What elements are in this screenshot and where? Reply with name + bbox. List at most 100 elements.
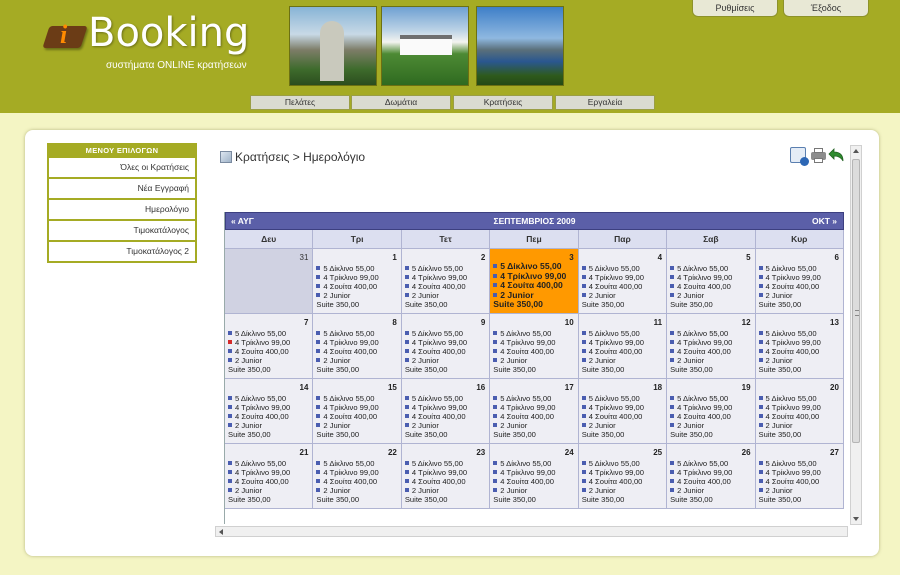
calendar-cell[interactable]: 21 5 Δίκλινο 55,00 4 Τρίκλινο 99,00 4 Σουίτ… [225,444,314,509]
day-number: 3 [569,253,574,262]
availability-line: 4 Τρίκλινο 99,00 [581,468,663,477]
availability-line: 4 Τρίκλινο 99,00 [404,338,486,347]
bullet-icon [493,331,498,335]
calendar-cell[interactable]: 9 5 Δίκλινο 55,00 4 Τρίκλινο 99,00 4 Σουίτα… [401,314,491,379]
availability-line: 2 Junior [670,486,751,495]
export-icon[interactable] [790,147,809,166]
calendar-cell[interactable]: 16 5 Δίκλινο 55,00 4 Τρίκλινο 99,00 4 Σουίτ… [401,379,491,444]
day-number: 27 [830,448,839,457]
horizontal-scrollbar[interactable] [215,526,848,537]
print-icon[interactable] [810,147,826,163]
calendar-cell[interactable]: 23 5 Δίκλινο 55,00 4 Τρίκλινο 99,00 4 Σουίτ… [401,444,491,509]
scroll-up-icon[interactable] [853,149,859,153]
availability-line: 2 Junior [758,356,840,365]
bullet-icon [758,349,763,353]
calendar-cell[interactable]: 25 5 Δίκλινο 55,00 4 Τρίκλινο 99,00 4 Σουίτ… [578,444,668,509]
bullet-icon [316,284,321,288]
calendar-cell[interactable]: 24 5 Δίκλινο 55,00 4 Τρίκλινο 99,00 4 Σουίτ… [490,444,579,509]
availability-line: 4 Τρίκλινο 99,00 [493,338,574,347]
nav-bookings[interactable]: Κρατήσεις [453,95,553,110]
bullet-icon [404,331,409,335]
bullet-icon [404,275,409,279]
nav-rooms[interactable]: Δωμάτια [351,95,451,110]
calendar-cell[interactable]: 18 5 Δίκλινο 55,00 4 Τρίκλινο 99,00 4 Σουίτ… [578,379,668,444]
bullet-icon [316,396,321,400]
availability-line: 2 Junior [758,486,840,495]
day-number: 5 [746,253,751,262]
availability-text: 4 Τρίκλινο 99,00 [500,403,556,412]
availability-line: 4 Τρίκλινο 99,00 [316,468,397,477]
bullet-icon [581,423,586,427]
vertical-scrollbar[interactable] [850,145,862,525]
calendar-cell[interactable]: 10 5 Δίκλινο 55,00 4 Τρίκλινο 99,00 4 Σουίτ… [490,314,579,379]
availability-list: 5 Δίκλινο 55,00 4 Τρίκλινο 99,00 4 Σουίτα … [493,261,574,310]
availability-text: Suite 350,00 [493,299,543,310]
availability-text: Suite 350,00 [316,430,360,439]
day-number: 12 [741,318,751,327]
availability-line: 5 Δίκλινο 55,00 [316,329,397,338]
availability-text: 4 Σουίτα 400,00 [500,347,554,356]
calendar-cell[interactable]: 15 5 Δίκλινο 55,00 4 Τρίκλινο 99,00 4 Σουίτ… [313,379,402,444]
bullet-icon [404,349,409,353]
availability-line: Suite 350,00 [759,300,840,309]
bullet-icon [581,488,586,492]
bullet-icon [404,423,409,427]
calendar-cell[interactable]: 20 5 Δίκλινο 55,00 4 Τρίκλινο 99,00 4 Σουίτ… [755,379,844,444]
bullet-icon [404,405,409,409]
sidebar-item-pricelist-2[interactable]: Τιμοκατάλογος 2 [47,242,197,263]
availability-text: 2 Junior [411,486,439,495]
availability-text: 5 Δίκλινο 55,00 [765,329,817,338]
calendar-cell[interactable]: 8 5 Δίκλινο 55,00 4 Τρίκλινο 99,00 4 Σουίτα… [313,314,402,379]
sidebar-item-all-bookings[interactable]: Όλες οι Κρατήσεις [47,158,197,179]
next-month-link[interactable]: ΟΚΤ » [812,216,837,226]
back-arrow-icon[interactable] [828,147,846,163]
nav-customers[interactable]: Πελάτες [250,95,350,110]
calendar-cell[interactable]: 14 5 Δίκλινο 55,00 4 Τρίκλινο 99,00 4 Σουίτ… [225,379,314,444]
calendar-cell[interactable]: 27 5 Δίκλινο 55,00 4 Τρίκλινο 99,00 4 Σουίτ… [755,444,844,509]
exit-button[interactable]: Έξοδος [783,0,869,17]
sidebar-item-new-entry[interactable]: Νέα Εγγραφή [47,179,197,200]
calendar-cell[interactable]: 1 5 Δίκλινο 55,00 4 Τρίκλινο 99,00 4 Σουίτα… [313,249,402,314]
calendar-cell[interactable]: 2 5 Δίκλινο 55,00 4 Τρίκλινο 99,00 4 Σουίτα… [401,249,491,314]
calendar-cell[interactable]: 19 5 Δίκλινο 55,00 4 Τρίκλινο 99,00 4 Σουίτ… [667,379,756,444]
calendar-cell[interactable]: 22 5 Δίκλινο 55,00 4 Τρίκλινο 99,00 4 Σουίτ… [313,444,402,509]
calendar-cell[interactable]: 11 5 Δίκλινο 55,00 4 Τρίκλινο 99,00 4 Σουίτ… [578,314,668,379]
calendar-cell[interactable]: 7 5 Δίκλινο 55,00 4 Τρίκλινο 99,00 4 Σουίτα… [225,314,314,379]
scroll-down-icon[interactable] [853,517,859,521]
calendar-cell[interactable]: 4 5 Δίκλινο 55,00 4 Τρίκλινο 99,00 4 Σουίτα… [578,249,668,314]
availability-line: 2 Junior [316,356,397,365]
calendar-cell-today[interactable]: 35 Δίκλινο 55,00 4 Τρίκλινο 99,00 4 Σουίτα… [490,249,579,314]
calendar-cell[interactable]: 13 5 Δίκλινο 55,00 4 Τρίκλινο 99,00 4 Σουίτ… [755,314,844,379]
bullet-icon [581,414,586,418]
calendar-cell[interactable]: 6 5 Δίκλινο 55,00 4 Τρίκλινο 99,00 4 Σουίτα… [755,249,844,314]
scroll-left-icon[interactable] [219,529,223,535]
availability-line: Suite 350,00 [759,495,840,504]
sidebar-item-calendar[interactable]: Ημερολόγιο [47,200,197,221]
availability-text: 2 Junior [500,486,528,495]
availability-line: 4 Τρίκλινο 99,00 [670,468,751,477]
availability-line: 4 Τρίκλινο 99,00 [404,273,486,282]
availability-line: Suite 350,00 [316,365,397,374]
availability-text: Suite 350,00 [670,365,713,374]
header-photo-hotel [381,6,469,86]
nav-tools[interactable]: Εργαλεία [555,95,655,110]
availability-text: Suite 350,00 [404,495,448,504]
bullet-icon [758,488,763,492]
availability-text: 5 Δίκλινο 55,00 [411,394,463,403]
calendar-cell[interactable]: 26 5 Δίκλινο 55,00 4 Τρίκλινο 99,00 4 Σουίτ… [667,444,756,509]
availability-list: 5 Δίκλινο 55,00 4 Τρίκλινο 99,00 4 Σουίτα … [670,329,751,374]
availability-line: 2 Junior [581,486,663,495]
sidebar-item-pricelist[interactable]: Τιμοκατάλογος [47,221,197,242]
calendar-cell[interactable]: 17 5 Δίκλινο 55,00 4 Τρίκλινο 99,00 4 Σουίτ… [490,379,579,444]
availability-text: Suite 350,00 [758,365,802,374]
availability-line: 5 Δίκλινο 55,00 [404,459,486,468]
settings-button[interactable]: Ρυθμίσεις [692,0,778,17]
scroll-thumb[interactable] [852,159,860,443]
bullet-icon [581,396,586,400]
availability-text: 4 Τρίκλινο 99,00 [588,468,644,477]
calendar-cell[interactable]: 5 5 Δίκλινο 55,00 4 Τρίκλινο 99,00 4 Σουίτα… [667,249,756,314]
availability-text: 2 Junior [765,421,793,430]
calendar-cell-empty[interactable]: 31 [225,249,314,314]
calendar-cell[interactable]: 12 5 Δίκλινο 55,00 4 Τρίκλινο 99,00 4 Σουίτ… [667,314,756,379]
bullet-icon [670,488,675,492]
